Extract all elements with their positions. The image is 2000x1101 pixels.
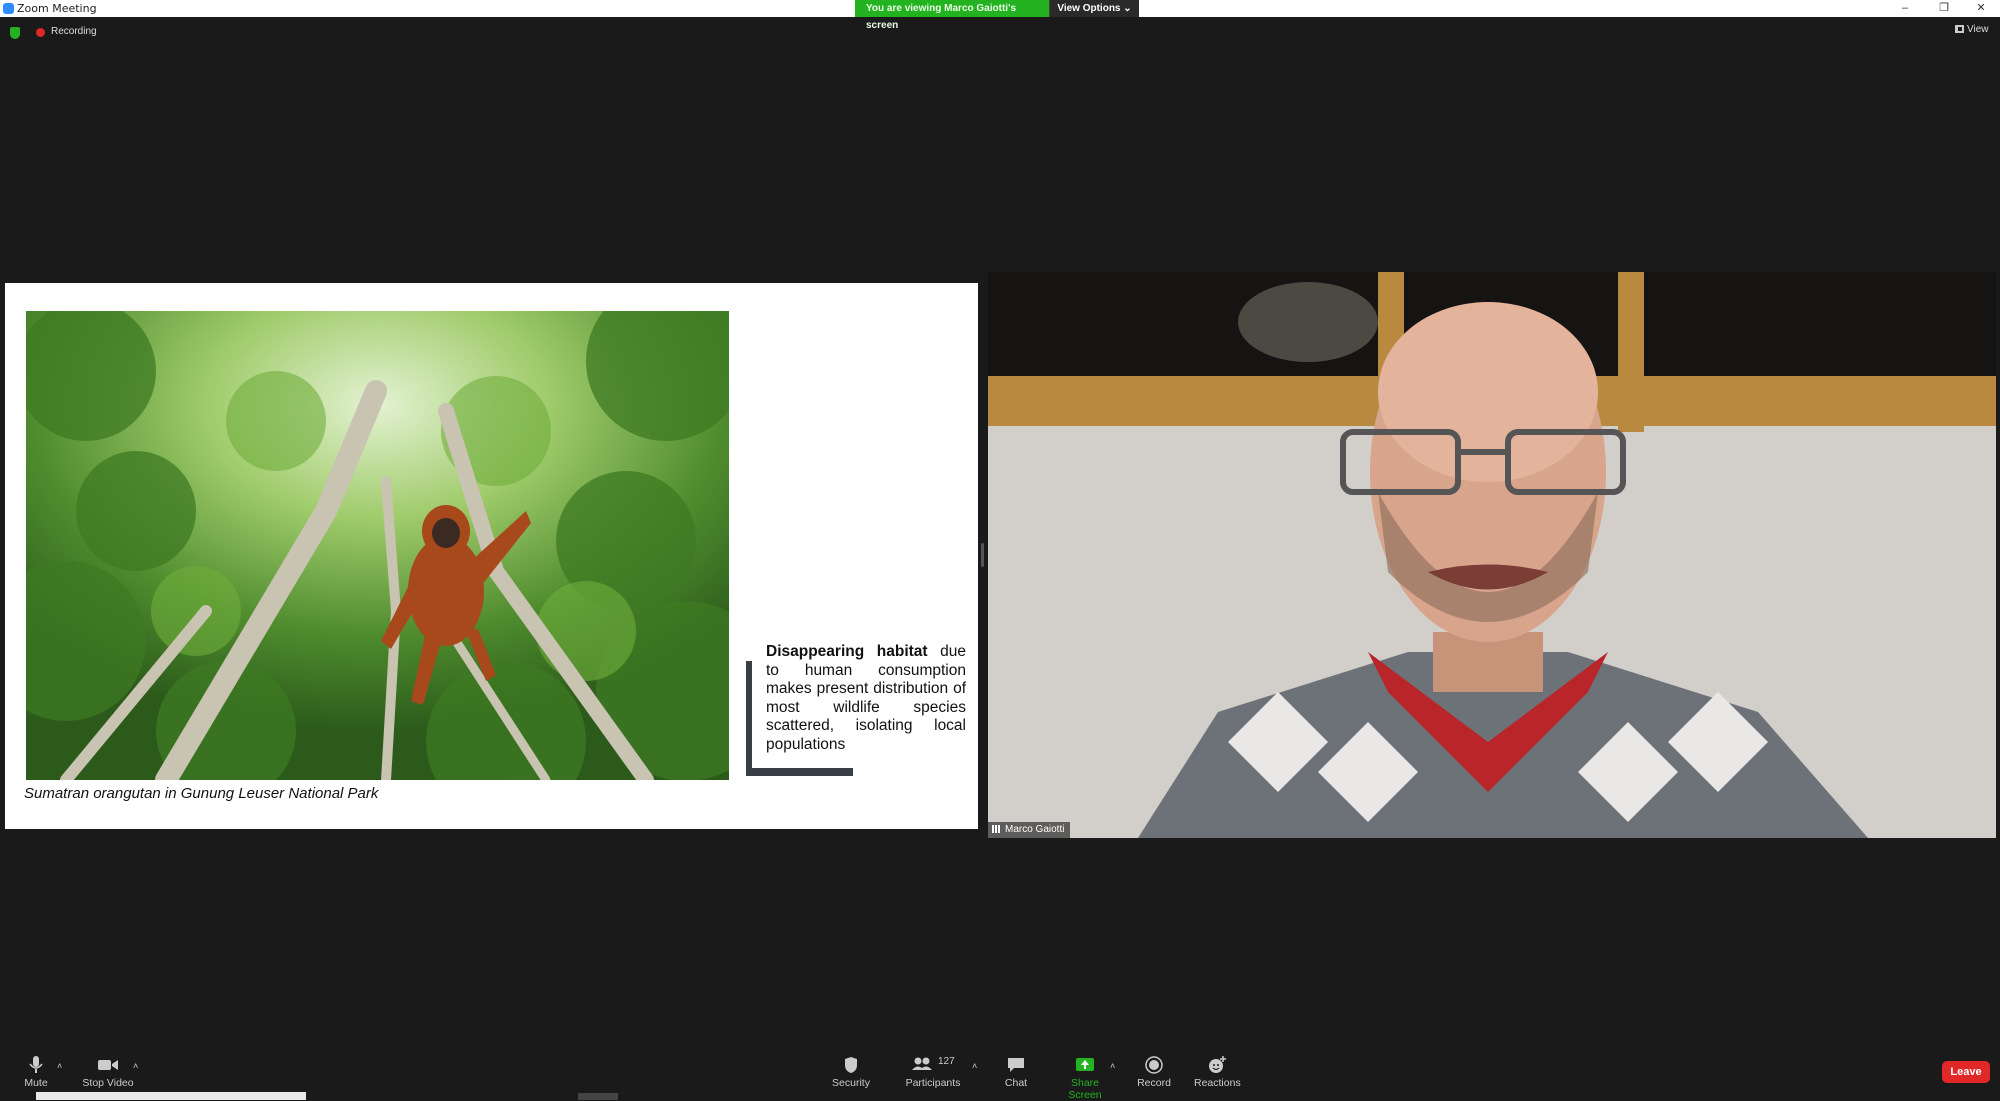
reactions-label: Reactions xyxy=(1194,1077,1241,1089)
leave-button[interactable]: Leave xyxy=(1942,1061,1990,1083)
chat-bubble-icon xyxy=(1000,1056,1032,1074)
chat-button[interactable]: Chat xyxy=(1000,1056,1032,1089)
habitat-bold-text: Disappearing habitat xyxy=(766,643,928,660)
zoom-app-icon xyxy=(3,3,14,14)
signal-bars-icon xyxy=(992,825,1002,833)
security-button[interactable]: Security xyxy=(828,1056,874,1089)
forest-illustration xyxy=(26,311,729,780)
speaker-video-illustration xyxy=(988,272,1996,838)
participant-video[interactable] xyxy=(988,272,1996,838)
participant-name: Marco Gaiotti xyxy=(1005,824,1065,835)
stop-video-label: Stop Video xyxy=(82,1077,134,1089)
taskbar-item xyxy=(578,1093,618,1100)
security-label: Security xyxy=(832,1077,870,1089)
chat-label: Chat xyxy=(1004,1077,1028,1089)
minimize-button[interactable]: – xyxy=(1890,0,1920,17)
viewing-screen-notice: You are viewing Marco Gaiotti's screen xyxy=(855,0,1049,31)
video-options-chevron-icon[interactable]: ˄ xyxy=(133,1061,138,1071)
participant-name-tag: Marco Gaiotti xyxy=(988,822,1071,838)
share-screen-label: Share Screen xyxy=(1068,1077,1102,1101)
recording-label[interactable]: Recording xyxy=(51,26,97,37)
split-view-drag-handle[interactable] xyxy=(981,543,984,567)
participants-options-chevron-icon[interactable]: ˄ xyxy=(972,1061,977,1071)
share-screen-button[interactable]: Share Screen xyxy=(1054,1056,1116,1101)
recording-dot-icon xyxy=(36,28,45,37)
close-button[interactable]: ✕ xyxy=(1966,0,1996,17)
share-options-chevron-icon[interactable]: ˄ xyxy=(1110,1061,1115,1071)
window-title: Zoom Meeting xyxy=(17,2,97,15)
record-label: Record xyxy=(1137,1077,1171,1089)
mute-label: Mute xyxy=(24,1077,48,1089)
view-options-button[interactable]: View Options ⌄ xyxy=(1049,0,1139,17)
microphone-icon xyxy=(20,1056,52,1074)
share-screen-icon xyxy=(1054,1056,1116,1074)
screen-share-banner: You are viewing Marco Gaiotti's screen V… xyxy=(855,0,1139,31)
grid-icon xyxy=(1955,25,1964,33)
mute-button[interactable]: Mute xyxy=(20,1056,52,1089)
smiley-plus-icon xyxy=(1194,1056,1240,1074)
participants-label: Participants xyxy=(905,1077,961,1089)
orangutan-photo xyxy=(26,311,729,780)
taskbar-strip xyxy=(36,1092,306,1100)
record-button[interactable]: Record xyxy=(1136,1056,1172,1089)
view-button[interactable]: View xyxy=(1955,24,1989,35)
habitat-text: Disappearing habitat due to human consum… xyxy=(766,643,966,754)
encryption-shield-icon[interactable] xyxy=(10,27,20,39)
participants-button[interactable]: 127 Participants xyxy=(905,1056,961,1089)
photo-caption: Sumatran orangutan in Gunung Leuser Nati… xyxy=(24,785,379,802)
record-icon xyxy=(1136,1056,1172,1074)
audio-options-chevron-icon[interactable]: ˄ xyxy=(57,1061,62,1071)
reactions-button[interactable]: Reactions xyxy=(1194,1056,1241,1089)
stop-video-button[interactable]: Stop Video xyxy=(80,1056,136,1089)
view-label: View xyxy=(1967,24,1989,35)
shield-icon xyxy=(828,1056,874,1074)
shared-screen-slide: Sumatran orangutan in Gunung Leuser Nati… xyxy=(5,283,978,829)
video-camera-icon xyxy=(80,1056,136,1074)
participants-count: 127 xyxy=(938,1056,955,1067)
restore-button[interactable]: ❐ xyxy=(1929,0,1959,17)
participants-icon: 127 xyxy=(905,1056,961,1074)
